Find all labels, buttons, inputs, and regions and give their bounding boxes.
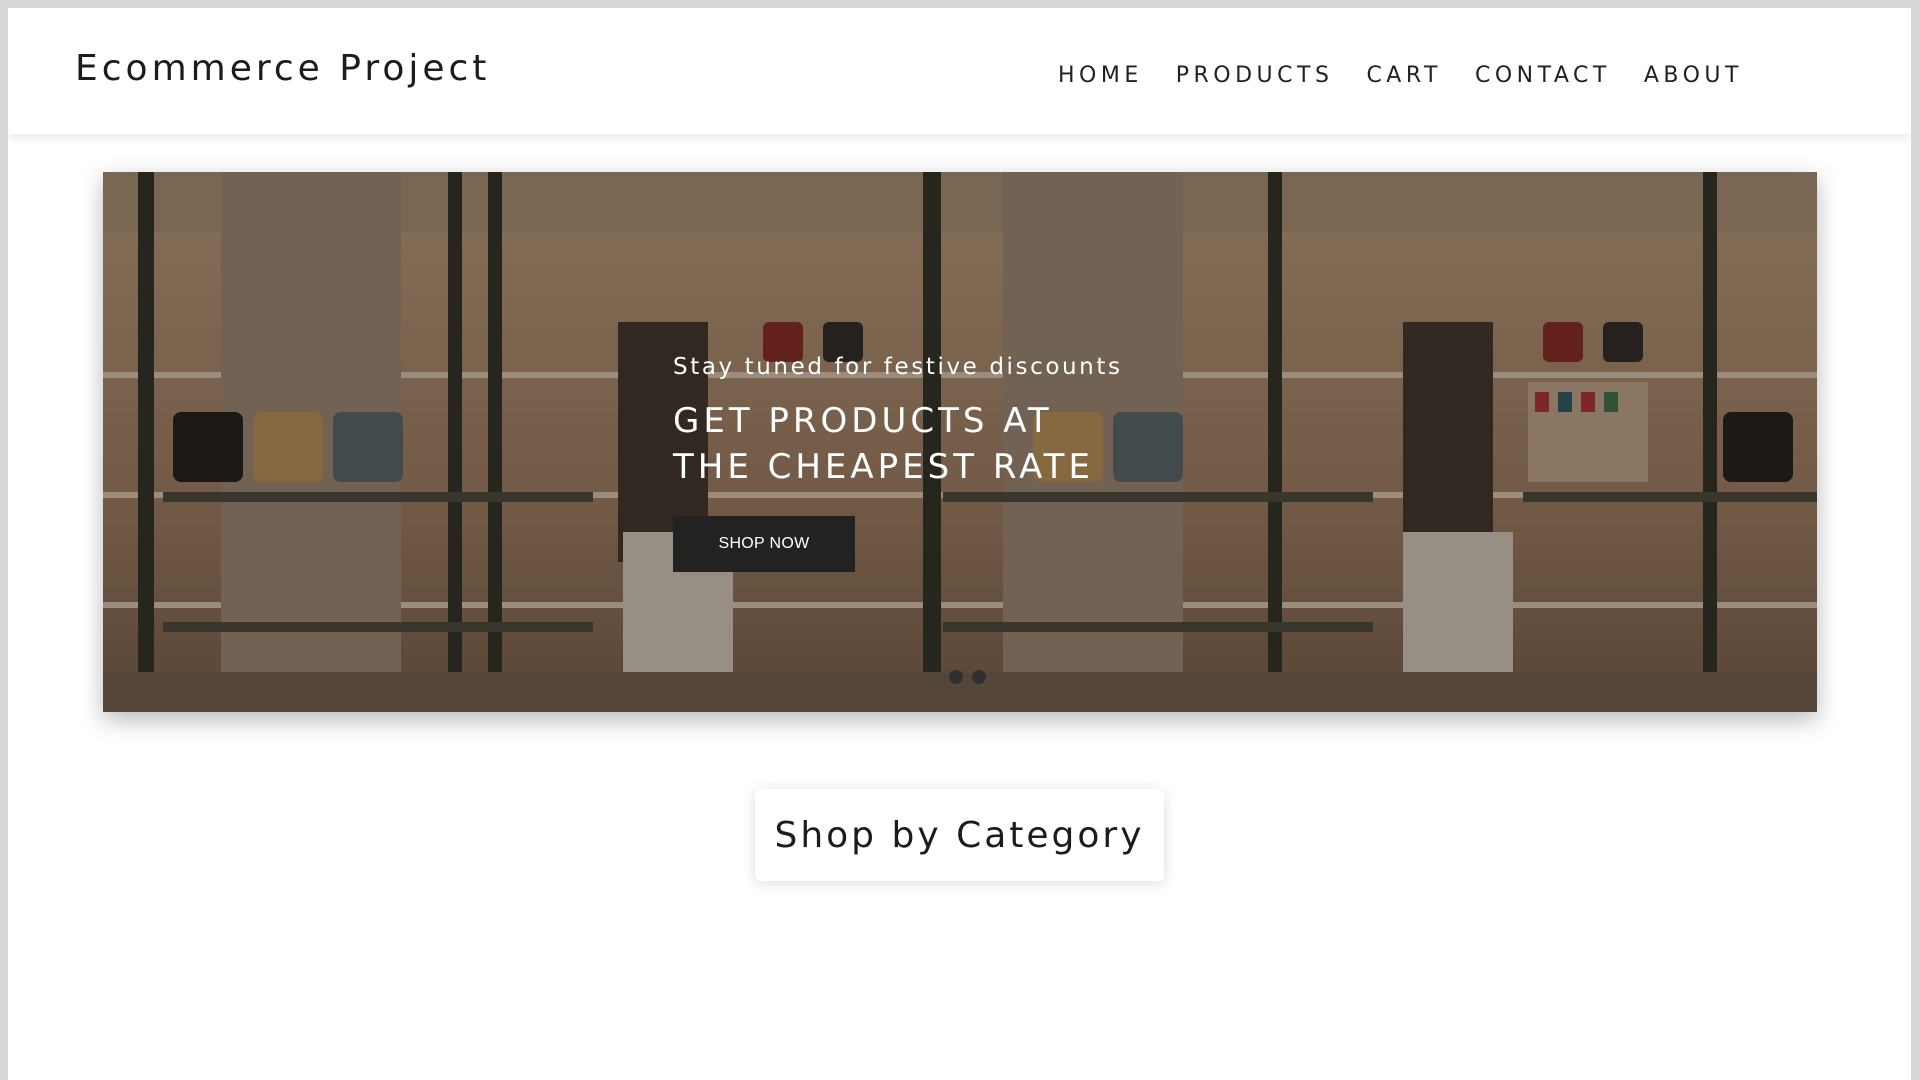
hero-subtitle: Stay tuned for festive discounts [673,354,1123,380]
nav-contact-link[interactable]: CONTACT [1475,63,1611,88]
carousel-dot-1[interactable] [949,670,963,684]
category-heading-card: Shop by Category [755,789,1164,881]
nav-about-link[interactable]: ABOUT [1644,63,1743,88]
carousel-dot-2[interactable] [972,670,986,684]
hero-text: Stay tuned for festive discounts GET PRO… [673,354,1143,490]
hero-title: GET PRODUCTS AT THE CHEAPEST RATE [673,401,1094,487]
site-header: Ecommerce Project HOME PRODUCTS CART CON… [8,8,1911,134]
main-nav: HOME PRODUCTS CART CONTACT ABOUT [1058,63,1743,88]
nav-products-link[interactable]: PRODUCTS [1176,63,1334,88]
page: Ecommerce Project HOME PRODUCTS CART CON… [8,8,1911,1080]
nav-cart-link[interactable]: CART [1366,63,1442,88]
hero-carousel: Stay tuned for festive discounts GET PRO… [103,172,1817,712]
brand-logo[interactable]: Ecommerce Project [75,48,490,89]
carousel-indicators [949,670,986,684]
category-title: Shop by Category [774,814,1145,856]
shop-now-button[interactable]: SHOP NOW [673,516,855,572]
nav-home-link[interactable]: HOME [1058,63,1143,88]
